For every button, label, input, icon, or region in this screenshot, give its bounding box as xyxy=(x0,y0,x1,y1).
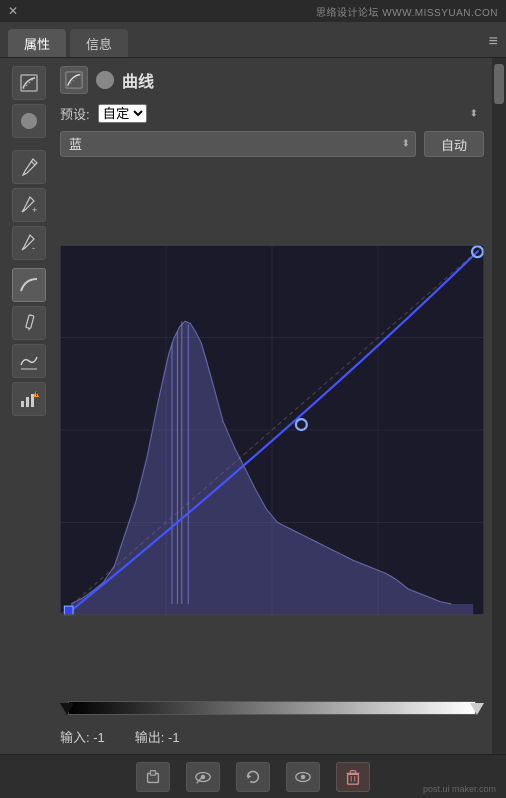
gradient-slider-row xyxy=(60,701,484,715)
curve-svg xyxy=(60,165,484,695)
circle-layer-icon[interactable] xyxy=(12,104,46,138)
svg-text:-: - xyxy=(32,243,35,253)
bottom-toolbar: post.ui maker.com xyxy=(0,754,506,798)
preset-row: 预设: 自定 xyxy=(60,104,484,123)
scrollbar-thumb[interactable] xyxy=(494,64,504,104)
tabs: 属性 信息 xyxy=(8,29,128,57)
preset-select-wrapper[interactable]: 自定 xyxy=(98,104,484,123)
panel-menu-icon[interactable]: ≡ xyxy=(489,33,498,57)
eyedropper-minus-tool[interactable]: - xyxy=(12,226,46,260)
close-button[interactable]: ✕ xyxy=(8,4,18,18)
input-label: 输入: -1 xyxy=(60,727,105,746)
channel-row: 蓝 自动 xyxy=(60,131,484,157)
svg-text:+: + xyxy=(32,205,37,215)
panel-title: 曲线 xyxy=(122,68,154,92)
eyedropper-tool[interactable] xyxy=(12,150,46,184)
credit-text: post.ui maker.com xyxy=(423,784,496,794)
channel-select[interactable]: 蓝 xyxy=(60,131,416,157)
eyedropper-plus-tool[interactable]: + xyxy=(12,188,46,222)
curves-icon-button[interactable] xyxy=(60,66,88,94)
top-bar: ✕ 思络设计论坛 WWW.MISSYUAN.CON xyxy=(0,0,506,22)
gradient-bar xyxy=(68,701,476,715)
curve-draw-tool[interactable] xyxy=(12,268,46,302)
histogram-warning-tool[interactable]: ! xyxy=(12,382,46,416)
reset-button[interactable] xyxy=(236,762,270,792)
clip-to-layer-button[interactable] xyxy=(136,762,170,792)
preset-label: 预设: xyxy=(60,104,90,123)
visibility-button[interactable] xyxy=(286,762,320,792)
smooth-curve-tool[interactable] xyxy=(12,344,46,378)
tab-bar: 属性 信息 ≡ xyxy=(0,22,506,58)
curve-container[interactable] xyxy=(60,165,484,695)
right-slider-handle[interactable] xyxy=(470,703,484,715)
main-layout: + - xyxy=(0,58,506,754)
curves-edit-icon[interactable] xyxy=(12,66,46,100)
pencil-tool[interactable] xyxy=(12,306,46,340)
preset-select[interactable]: 自定 xyxy=(98,104,147,123)
left-slider-handle[interactable] xyxy=(60,703,74,715)
left-toolbar: + - xyxy=(0,58,58,754)
output-label: 输出: -1 xyxy=(135,727,180,746)
content-area: 曲线 预设: 自定 蓝 自动 xyxy=(58,58,492,754)
panel-header: 曲线 xyxy=(60,66,484,94)
scrollbar[interactable] xyxy=(492,58,506,754)
watermark: 思络设计论坛 WWW.MISSYUAN.CON xyxy=(316,4,498,19)
layer-circle xyxy=(96,71,114,89)
eye-button[interactable] xyxy=(186,762,220,792)
tab-properties[interactable]: 属性 xyxy=(8,29,66,57)
io-row: 输入: -1 输出: -1 xyxy=(60,723,484,750)
delete-button[interactable] xyxy=(336,762,370,792)
auto-button[interactable]: 自动 xyxy=(424,131,484,157)
tab-info[interactable]: 信息 xyxy=(70,29,128,57)
channel-select-wrapper[interactable]: 蓝 xyxy=(60,131,416,157)
